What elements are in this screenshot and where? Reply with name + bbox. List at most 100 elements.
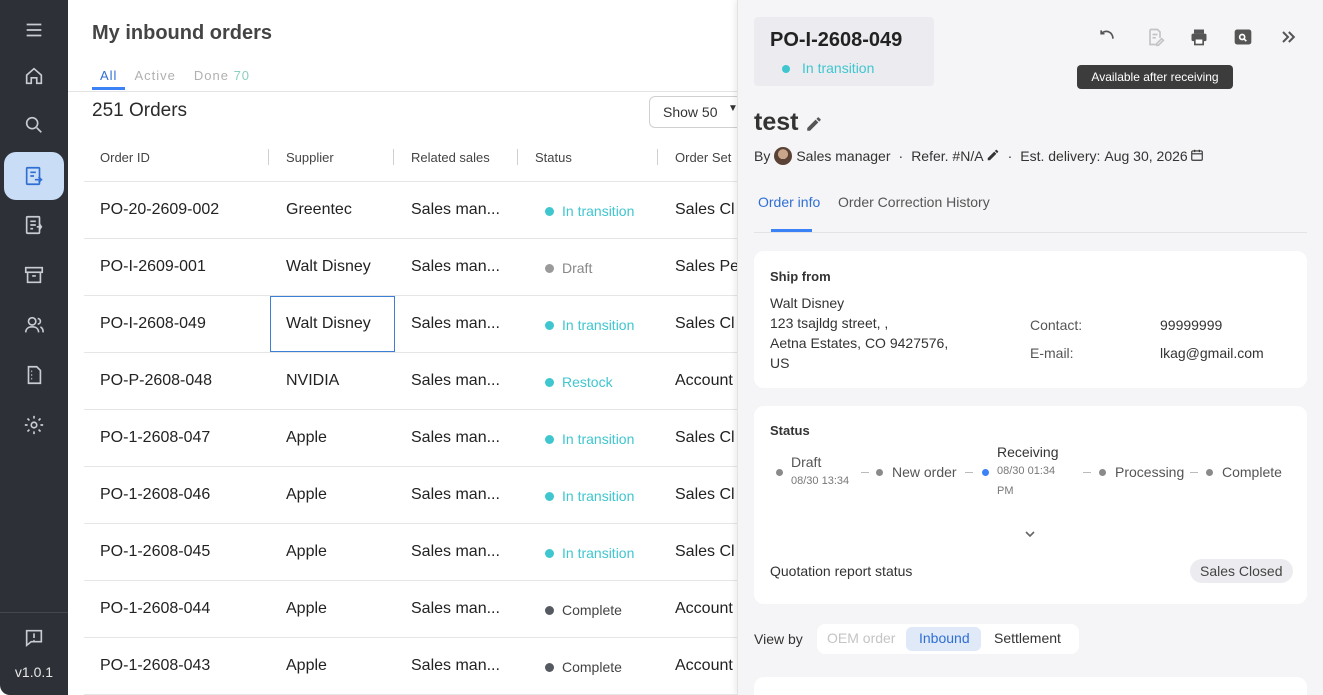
order-detail-panel: PO-I-2608-049 In transition Available af…: [737, 0, 1323, 695]
ship-from-card: Ship from Walt Disney 123 tsajldg street…: [754, 251, 1307, 388]
settings-icon[interactable]: [4, 401, 64, 449]
search-icon[interactable]: [4, 101, 64, 149]
table-row[interactable]: PO-1-2608-044 Apple Sales man... Complete Ac…: [84, 581, 744, 638]
status-cell: Draft: [545, 260, 592, 276]
column-header-order-id[interactable]: Order ID: [100, 150, 150, 165]
table-row[interactable]: PO-20-2609-002 Greentec Sales man... In tra…: [84, 182, 744, 239]
related-sales-cell: Sales man...: [411, 486, 500, 503]
status-cell: Restock: [545, 374, 613, 390]
feedback-icon[interactable]: [4, 614, 64, 662]
view-option-settlement[interactable]: Settlement: [994, 630, 1061, 646]
tab-active[interactable]: Active: [125, 68, 184, 90]
view-option-inbound[interactable]: Inbound: [919, 630, 970, 646]
related-sales-cell: Sales man...: [411, 657, 500, 674]
sidebar-divider: [0, 612, 68, 613]
timeline-date: 08/30 01:34: [997, 465, 1056, 477]
status-dot: [545, 321, 554, 330]
undo-icon[interactable]: [1095, 25, 1119, 49]
tab-all[interactable]: All: [92, 68, 126, 90]
separator-dot: ·: [1007, 148, 1013, 164]
order-id-cell: PO-I-2608-049: [100, 315, 206, 332]
related-sales-cell: Sales man...: [411, 258, 500, 275]
timeline-step-processing: Processing: [1115, 464, 1185, 480]
supplier-cell: Apple: [286, 486, 327, 503]
edit-title-icon[interactable]: [805, 115, 823, 138]
table-row[interactable]: PO-1-2608-046 Apple Sales man... In transit…: [84, 467, 744, 524]
order-id-cell: PO-1-2608-043: [100, 657, 211, 674]
print-icon[interactable]: [1187, 25, 1211, 49]
column-divider: [268, 149, 269, 165]
table-row[interactable]: PO-1-2608-047 Apple Sales man... In transit…: [84, 410, 744, 467]
tab-order-correction-history[interactable]: Order Correction History: [838, 194, 990, 210]
selected-cell-outline: [270, 296, 395, 352]
status-label: In transition: [562, 545, 635, 561]
tab-label: All: [100, 68, 118, 83]
timeline-date: 08/30 13:34: [791, 475, 850, 487]
supplier-cell: Apple: [286, 657, 327, 674]
preview-icon[interactable]: [1231, 25, 1255, 49]
column-header-order-settlement[interactable]: Order Set: [675, 150, 731, 165]
column-header-status[interactable]: Status: [535, 150, 572, 165]
archive-icon[interactable]: [4, 251, 64, 299]
po-status: In transition: [782, 60, 874, 76]
avatar: [774, 147, 793, 165]
order-settlement-cell: Account: [675, 600, 733, 617]
ship-from-address: 123 tsajldg street, ,: [770, 315, 889, 331]
timeline-step-complete: Complete: [1222, 464, 1282, 480]
chevron-down-icon[interactable]: [1022, 526, 1038, 547]
status-title: Status: [770, 423, 810, 438]
timeline-connector: [1083, 472, 1091, 473]
collapse-panel-icon[interactable]: [1276, 25, 1300, 49]
tab-done[interactable]: Done 70: [185, 68, 259, 90]
column-header-related-sales[interactable]: Related sales: [411, 150, 490, 165]
order-settlement-cell: Sales Cl: [675, 429, 735, 446]
column-divider: [517, 149, 518, 165]
order-settlement-cell: Sales Cl: [675, 201, 735, 218]
orders-main: My inbound orders All Active Done 70 251…: [68, 0, 759, 695]
status-cell: In transition: [545, 317, 634, 333]
order-settlement-cell: Account: [675, 657, 733, 674]
users-icon[interactable]: [4, 301, 64, 349]
order-settlement-cell: Sales Cl: [675, 315, 735, 332]
table-header: Order ID Supplier Related sales Status O…: [84, 132, 744, 182]
status-dot: [545, 606, 554, 615]
status-cell: Complete: [545, 659, 622, 675]
view-option-oem-order[interactable]: OEM order: [827, 630, 895, 646]
related-sales-cell: Sales man...: [411, 600, 500, 617]
edit-document-icon[interactable]: [1143, 25, 1167, 49]
column-header-supplier[interactable]: Supplier: [286, 150, 334, 165]
status-dot: [545, 264, 554, 273]
timeline-dot: [1099, 469, 1106, 476]
column-divider: [657, 149, 658, 165]
menu-icon[interactable]: [4, 6, 64, 54]
timeline-step-draft: Draft: [791, 454, 822, 470]
supplier-cell: Apple: [286, 543, 327, 560]
order-id-cell: PO-I-2609-001: [100, 258, 206, 275]
status-cell: In transition: [545, 431, 634, 447]
inbound-orders-icon[interactable]: [4, 152, 64, 200]
order-id-cell: PO-1-2608-045: [100, 543, 211, 560]
status-dot: [545, 207, 554, 216]
po-status-label: In transition: [802, 60, 875, 76]
table-row[interactable]: PO-I-2608-049 Walt Disney Sales man... In t…: [84, 296, 744, 353]
home-icon[interactable]: [4, 52, 64, 100]
order-settlement-cell: Sales Cl: [675, 486, 735, 503]
page-title: My inbound orders: [92, 22, 272, 44]
order-id-cell: PO-1-2608-047: [100, 429, 211, 446]
table-row[interactable]: PO-1-2608-045 Apple Sales man... In transit…: [84, 524, 744, 581]
tab-order-info[interactable]: Order info: [758, 194, 820, 210]
outbound-orders-icon[interactable]: [4, 201, 64, 249]
status-dot: [545, 378, 554, 387]
status-label: Complete: [562, 659, 622, 675]
calendar-icon[interactable]: [1190, 148, 1204, 165]
contact-label: Contact:: [1030, 317, 1083, 333]
timeline-dot: [1206, 469, 1213, 476]
table-row[interactable]: PO-1-2608-043 Apple Sales man... Complete Ac…: [84, 638, 744, 695]
status-dot: [545, 549, 554, 558]
est-delivery-label: Est. delivery:: [1020, 148, 1101, 164]
table-row[interactable]: PO-I-2609-001 Walt Disney Sales man... Draf…: [84, 239, 744, 296]
edit-refer-icon[interactable]: [986, 148, 1000, 165]
status-dot: [545, 663, 554, 672]
table-row[interactable]: PO-P-2608-048 NVIDIA Sales man... Restock Ac…: [84, 353, 744, 410]
documents-icon[interactable]: [4, 351, 64, 399]
